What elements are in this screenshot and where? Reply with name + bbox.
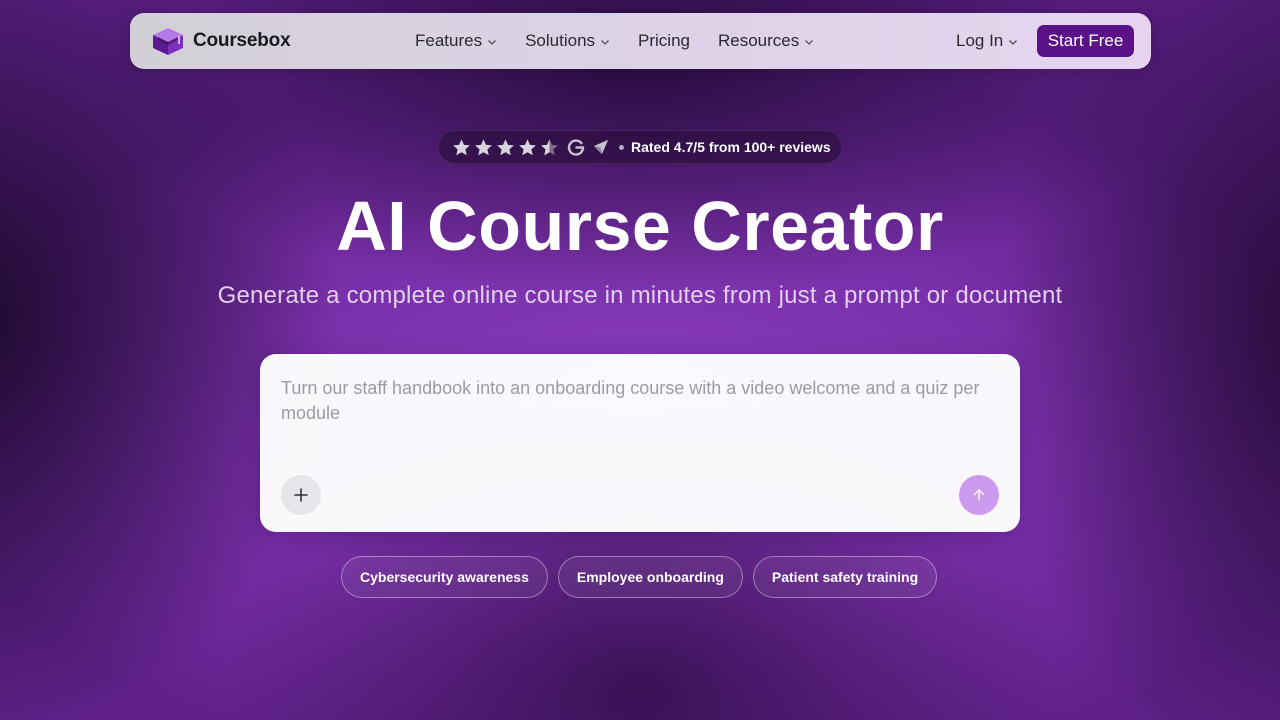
chip-cybersecurity[interactable]: Cybersecurity awareness xyxy=(341,556,548,598)
separator-dot xyxy=(619,144,624,150)
google-g-icon xyxy=(567,139,585,156)
star-half-icon xyxy=(541,138,558,155)
nav-item-pricing[interactable]: Pricing xyxy=(638,31,690,51)
top-navbar: Coursebox Features Solutions Pricing Res… xyxy=(130,13,1151,69)
prompt-card xyxy=(260,354,1020,532)
brand-logo[interactable]: Coursebox xyxy=(150,25,291,57)
prompt-input[interactable] xyxy=(281,376,1001,436)
login-label: Log In xyxy=(956,31,1004,50)
star-icon xyxy=(519,138,536,155)
rating-badge: Rated 4.7/5 from 100+ reviews xyxy=(438,130,842,164)
rating-text: Rated 4.7/5 from 100+ reviews xyxy=(631,139,831,155)
chevron-down-icon xyxy=(805,40,814,45)
arrow-up-icon xyxy=(973,489,985,501)
nav-item-resources[interactable]: Resources xyxy=(718,31,814,51)
graduation-cube-icon xyxy=(153,28,183,55)
nav-item-label: Resources xyxy=(718,31,800,50)
nav-item-solutions[interactable]: Solutions xyxy=(525,31,610,51)
nav-item-features[interactable]: Features xyxy=(415,31,497,51)
attach-button[interactable] xyxy=(281,475,321,515)
plus-icon xyxy=(294,488,308,502)
star-icon xyxy=(497,138,514,155)
chip-patient-safety[interactable]: Patient safety training xyxy=(752,556,938,598)
suggestion-chips: Cybersecurity awareness Employee onboard… xyxy=(341,556,947,598)
page-subtitle: Generate a complete online course in min… xyxy=(217,282,1063,309)
star-icon xyxy=(453,138,470,155)
chevron-down-icon xyxy=(1009,40,1018,45)
nav-item-label: Solutions xyxy=(525,31,596,50)
nav-links: Features Solutions Pricing Resources xyxy=(415,13,842,69)
brand-name: Coursebox xyxy=(193,30,291,51)
chevron-down-icon xyxy=(488,40,497,45)
star-icon xyxy=(475,138,492,155)
send-button[interactable] xyxy=(959,475,999,515)
nav-item-label: Features xyxy=(415,31,483,50)
page-title: AI Course Creator xyxy=(336,187,944,265)
login-menu[interactable]: Log In xyxy=(956,13,1018,69)
nav-item-label: Pricing xyxy=(638,31,690,50)
chip-employee-onboarding[interactable]: Employee onboarding xyxy=(557,556,743,598)
chevron-down-icon xyxy=(601,40,609,45)
start-free-button[interactable]: Start Free xyxy=(1037,25,1134,57)
capterra-icon xyxy=(593,139,609,155)
